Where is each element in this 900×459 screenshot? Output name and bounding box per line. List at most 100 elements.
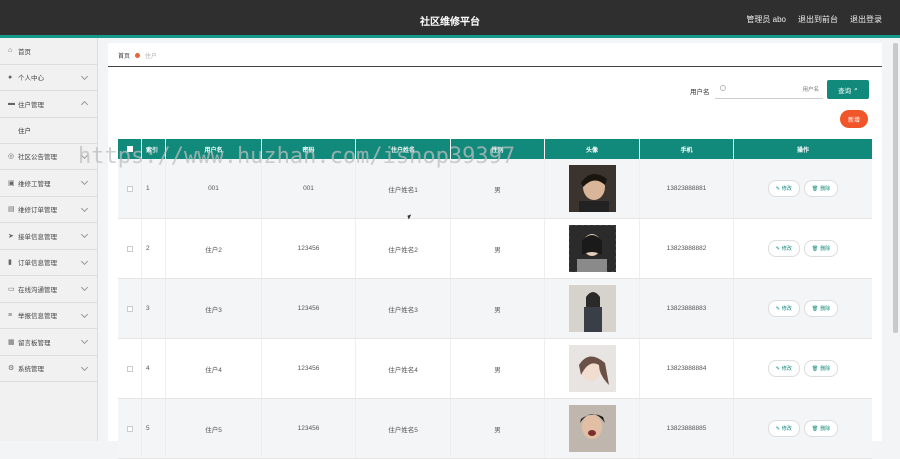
delete-button[interactable]: 🗑 删除 <box>803 360 839 377</box>
avatar[interactable] <box>568 285 616 332</box>
table-row: 3 住户3 123456 住户姓名3 男 13823888883 ✎ 修改 🗑 删除 <box>118 279 872 339</box>
person-icon: ● <box>8 73 13 81</box>
edit-button[interactable]: ✎ 修改 <box>767 180 800 197</box>
delete-button[interactable]: 🗑 删除 <box>803 420 839 437</box>
col-name: 住户姓名 <box>356 139 451 159</box>
cell-actions: ✎ 修改 🗑 删除 <box>734 219 872 278</box>
sidebar: ⌂ 首页 ● 个人中心 ▬ 住户管理 住户 ◎ 社区公告管理 ▣ 维修工管理 ▤ 维修订单管理 ➤ 接单信息… <box>0 38 98 441</box>
edit-button-label: 修改 <box>781 366 792 372</box>
cell-index: 5 <box>142 399 166 458</box>
row-select-cell <box>118 219 142 278</box>
edit-button[interactable]: ✎ 修改 <box>767 420 800 437</box>
cell-actions: ✎ 修改 🗑 删除 <box>734 339 872 398</box>
sidebar-item-3[interactable]: ◎ 社区公告管理 <box>0 144 97 170</box>
cell-actions: ✎ 修改 🗑 删除 <box>734 399 872 458</box>
cell-password: 123456 <box>262 399 356 458</box>
edit-button[interactable]: ✎ 修改 <box>767 360 800 377</box>
delete-button-label: 删除 <box>820 246 831 252</box>
sidebar-item-label: 个人中心 <box>18 75 44 83</box>
add-button[interactable]: 新增 <box>840 110 868 128</box>
breadcrumb-home[interactable]: 首页 <box>118 51 130 60</box>
cell-gender: 男 <box>451 339 545 398</box>
avatar[interactable] <box>568 165 616 212</box>
sidebar-item-2[interactable]: ▬ 住户管理 <box>0 91 97 118</box>
sidebar-item-8[interactable]: ▭ 在线沟通管理 <box>0 276 97 303</box>
sidebar-item-11[interactable]: ⚙ 系统管理 <box>0 356 97 382</box>
trash-icon: 🗑 <box>811 425 819 432</box>
sidebar-item-label: 在线沟通管理 <box>18 286 57 294</box>
chevron-icon <box>80 336 89 345</box>
cell-gender: 男 <box>451 399 545 458</box>
chevron-icon <box>80 230 89 239</box>
sidebar-item-5[interactable]: ▤ 维修订单管理 <box>0 197 97 223</box>
cell-password: 123456 <box>262 279 356 338</box>
col-gender: 性别 <box>451 139 545 159</box>
sidebar-item-9[interactable]: ≡ 举报信息管理 <box>0 303 97 329</box>
admin-user-link[interactable]: 管理员 abo <box>746 14 786 25</box>
logout-link[interactable]: 退出登录 <box>850 14 882 25</box>
sidebar-item-6[interactable]: ➤ 接单信息管理 <box>0 223 97 250</box>
cell-index: 4 <box>142 339 166 398</box>
cell-phone: 13823888883 <box>640 279 734 338</box>
back-to-front-link[interactable]: 退出到前台 <box>798 14 838 25</box>
chat-icon: ▭ <box>8 285 15 293</box>
cell-avatar <box>545 339 640 398</box>
edit-icon: ✎ <box>775 305 780 312</box>
row-checkbox[interactable] <box>126 425 133 432</box>
table-row: 4 住户4 123456 住户姓名4 男 13823888884 ✎ 修改 🗑 删除 <box>118 339 872 399</box>
search-input[interactable] <box>729 82 821 98</box>
edit-button-label: 修改 <box>781 306 792 312</box>
edit-button[interactable]: ✎ 修改 <box>767 300 800 317</box>
sidebar-item-label: 维修工管理 <box>18 180 51 188</box>
sidebar-item-1[interactable]: ● 个人中心 <box>0 65 97 91</box>
top-bar: 社区维修平台 管理员 abo 退出到前台 退出登录 <box>0 0 900 38</box>
delete-button[interactable]: 🗑 删除 <box>803 180 839 197</box>
delete-button[interactable]: 🗑 删除 <box>803 300 839 317</box>
delete-button[interactable]: 🗑 删除 <box>803 240 839 257</box>
page-scrollbar[interactable] <box>893 43 898 333</box>
delete-button-label: 删除 <box>820 366 831 372</box>
main-panel: 首页 住户 用户名 查询 ⌕ 新增 索引 用户名 密码 住户姓名 性别 头像 手… <box>108 43 882 459</box>
sidebar-item-10[interactable]: ▦ 留言板管理 <box>0 329 97 356</box>
table-header: 索引 用户名 密码 住户姓名 性别 头像 手机 操作 <box>118 139 872 159</box>
avatar[interactable] <box>568 225 616 272</box>
cell-phone: 13823888885 <box>640 399 734 458</box>
search-button[interactable]: 查询 ⌕ <box>827 80 869 99</box>
sidebar-item-0[interactable]: ⌂ 首页 <box>0 38 97 65</box>
sidebar-item-label: 订单信息管理 <box>18 260 57 268</box>
cell-username: 住户3 <box>166 279 262 338</box>
edit-button-label: 修改 <box>781 426 792 432</box>
cell-username: 住户2 <box>166 219 262 278</box>
table-row: 2 住户2 123456 住户姓名2 男 13823888882 ✎ 修改 🗑 删除 <box>118 219 872 279</box>
cell-index: 2 <box>142 219 166 278</box>
avatar[interactable] <box>568 405 616 452</box>
send-icon: ➤ <box>8 232 14 240</box>
cell-index: 3 <box>142 279 166 338</box>
col-avatar: 头像 <box>545 139 640 159</box>
home-icon: ⌂ <box>8 47 13 55</box>
sidebar-item-label: 系统管理 <box>18 366 44 374</box>
cell-password: 123456 <box>262 339 356 398</box>
cell-phone: 13823888881 <box>640 159 734 218</box>
edit-button-label: 修改 <box>781 246 792 252</box>
sidebar-subitem-resident[interactable]: 住户 <box>0 117 97 144</box>
breadcrumb: 首页 住户 <box>118 51 157 60</box>
trash-icon: 🗑 <box>811 245 819 252</box>
row-checkbox[interactable] <box>126 245 133 252</box>
chevron-icon <box>80 72 89 80</box>
sidebar-item-7[interactable]: ▮ 订单信息管理 <box>0 250 97 276</box>
delete-button-label: 删除 <box>820 306 831 312</box>
sidebar-item-4[interactable]: ▣ 维修工管理 <box>0 170 97 197</box>
avatar[interactable] <box>568 345 616 392</box>
row-checkbox[interactable] <box>126 365 133 372</box>
edit-button[interactable]: ✎ 修改 <box>767 240 800 257</box>
user-table: 索引 用户名 密码 住户姓名 性别 头像 手机 操作 1 001 001 住户姓名1 男… <box>118 139 872 459</box>
edit-icon: ✎ <box>775 185 780 192</box>
row-checkbox[interactable] <box>126 305 133 312</box>
cell-password: 001 <box>262 159 356 218</box>
trash-icon: 🗑 <box>811 365 819 372</box>
row-select-cell <box>118 399 142 458</box>
row-checkbox[interactable] <box>126 185 133 192</box>
select-all-checkbox[interactable] <box>126 146 133 152</box>
gear-icon: ⚙ <box>8 365 15 373</box>
